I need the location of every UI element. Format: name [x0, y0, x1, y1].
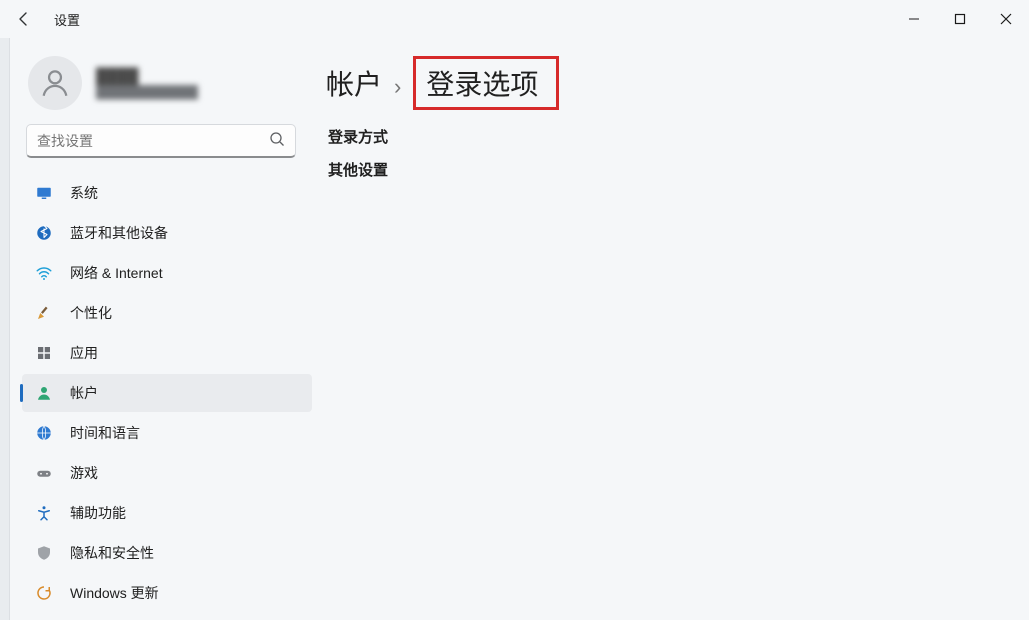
- accessibility-icon: [34, 503, 54, 523]
- section-title-signin: 登录方式: [328, 126, 1011, 147]
- search-icon: [269, 131, 285, 150]
- window-left-edge: [0, 38, 10, 620]
- back-button[interactable]: [8, 3, 40, 35]
- breadcrumb-separator: ›: [394, 74, 401, 100]
- titlebar: 设置: [0, 0, 1029, 38]
- user-name: ████: [96, 68, 198, 85]
- sidebar-item-update[interactable]: Windows 更新: [22, 574, 312, 612]
- main-content: 帐户 › 登录选项 登录方式 其他设置: [312, 38, 1029, 620]
- maximize-button[interactable]: [937, 3, 983, 35]
- minimize-button[interactable]: [891, 3, 937, 35]
- user-sub: ████████████: [96, 85, 198, 99]
- window-title: 设置: [54, 10, 80, 29]
- minimize-icon: [908, 13, 920, 25]
- bluetooth-icon: [34, 223, 54, 243]
- wifi-icon: [34, 263, 54, 283]
- sidebar-item-accessibility[interactable]: 辅助功能: [22, 494, 312, 532]
- sidebar-item-label: 蓝牙和其他设备: [70, 223, 168, 243]
- person-icon: [34, 383, 54, 403]
- section-title-other: 其他设置: [328, 159, 1011, 180]
- user-card[interactable]: ████ ████████████: [10, 46, 312, 124]
- breadcrumb-current: 登录选项: [413, 56, 559, 110]
- close-button[interactable]: [983, 3, 1029, 35]
- person-icon: [38, 66, 72, 100]
- grid-icon: [34, 343, 54, 363]
- sidebar-item-label: 时间和语言: [70, 423, 140, 443]
- sidebar: ████ ████████████ 系统 蓝牙和其他设备 网络 & Intern…: [10, 38, 312, 620]
- sidebar-item-label: 隐私和安全性: [70, 543, 154, 563]
- brush-icon: [34, 303, 54, 323]
- sidebar-item-apps[interactable]: 应用: [22, 334, 312, 372]
- sidebar-item-timelang[interactable]: 时间和语言: [22, 414, 312, 452]
- nav-list: 系统 蓝牙和其他设备 网络 & Internet 个性化 应用 帐户 时间和语言…: [10, 174, 312, 614]
- sidebar-item-network[interactable]: 网络 & Internet: [22, 254, 312, 292]
- search-box[interactable]: [26, 124, 296, 158]
- sidebar-item-system[interactable]: 系统: [22, 174, 312, 212]
- sidebar-item-label: 系统: [70, 183, 98, 203]
- sidebar-item-label: 网络 & Internet: [70, 263, 163, 283]
- breadcrumb: 帐户 › 登录选项: [326, 56, 1011, 110]
- avatar: [28, 56, 82, 110]
- close-icon: [1000, 13, 1012, 25]
- maximize-icon: [954, 13, 966, 25]
- arrow-left-icon: [16, 11, 32, 27]
- breadcrumb-parent[interactable]: 帐户: [326, 63, 382, 103]
- sidebar-item-label: 辅助功能: [70, 503, 126, 523]
- sidebar-item-accounts[interactable]: 帐户: [22, 374, 312, 412]
- sidebar-item-label: 应用: [70, 343, 98, 363]
- gamepad-icon: [34, 463, 54, 483]
- sidebar-item-label: 个性化: [70, 303, 112, 323]
- sidebar-item-privacy[interactable]: 隐私和安全性: [22, 534, 312, 572]
- sidebar-item-label: Windows 更新: [70, 583, 159, 603]
- sidebar-item-label: 帐户: [70, 383, 98, 403]
- shield-icon: [34, 543, 54, 563]
- sidebar-item-label: 游戏: [70, 463, 98, 483]
- monitor-icon: [34, 183, 54, 203]
- user-text: ████ ████████████: [96, 68, 198, 99]
- search-input[interactable]: [37, 133, 269, 149]
- window-controls: [891, 3, 1029, 35]
- sidebar-item-personalize[interactable]: 个性化: [22, 294, 312, 332]
- update-icon: [34, 583, 54, 603]
- globe-icon: [34, 423, 54, 443]
- sidebar-item-bluetooth[interactable]: 蓝牙和其他设备: [22, 214, 312, 252]
- sidebar-item-gaming[interactable]: 游戏: [22, 454, 312, 492]
